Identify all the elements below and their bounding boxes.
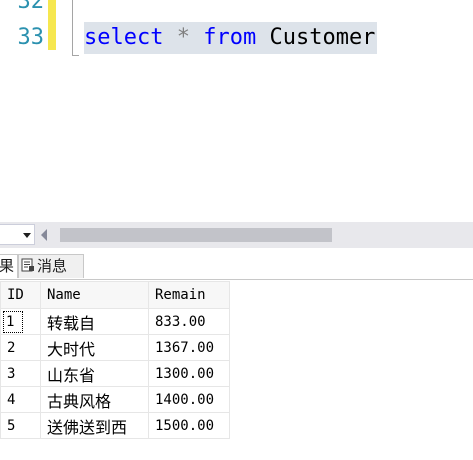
outline-guide: [72, 0, 73, 56]
cell-remain[interactable]: 1500.00: [148, 412, 230, 439]
cell-name[interactable]: 大时代: [40, 334, 149, 361]
results-grid[interactable]: ID Name Remain 1 转载自 833.00 2 大时代 1367.0…: [0, 281, 473, 460]
tab-results[interactable]: 果: [0, 254, 18, 278]
cell-remain[interactable]: 1367.00: [148, 334, 230, 361]
operator-star: *: [176, 25, 190, 50]
cell-id[interactable]: 3: [0, 360, 41, 387]
messages-icon: [21, 258, 34, 272]
table-name: Customer: [269, 25, 376, 50]
table-row[interactable]: 4 古典风格 1400.00: [0, 386, 230, 413]
cell-name[interactable]: 古典风格: [40, 386, 149, 413]
query-window: 32 33 select * from Customer 果 消息 ID Nam…: [0, 0, 473, 460]
change-marker: [48, 0, 56, 50]
scrollbar-thumb[interactable]: [60, 228, 332, 242]
tab-messages-label: 消息: [37, 257, 68, 275]
cell-id[interactable]: 4: [0, 386, 41, 413]
column-header-id[interactable]: ID: [0, 281, 41, 309]
scroll-left-arrow-icon[interactable]: [41, 229, 47, 241]
table-row[interactable]: 1 转载自 833.00: [0, 308, 230, 335]
cell-name[interactable]: 转载自: [40, 308, 149, 335]
outline-guide-end: [72, 55, 79, 56]
tab-results-label: 果: [0, 257, 15, 275]
keyword-select: select: [84, 25, 164, 50]
zoom-dropdown[interactable]: [0, 224, 35, 245]
results-table: ID Name Remain 1 转载自 833.00 2 大时代 1367.0…: [0, 281, 230, 439]
sql-editor[interactable]: 32 33 select * from Customer: [0, 0, 473, 222]
cell-remain[interactable]: 833.00: [148, 308, 230, 335]
cell-remain[interactable]: 1300.00: [148, 360, 230, 387]
code-line[interactable]: select * from Customer: [84, 22, 378, 54]
line-number: 32: [17, 0, 45, 14]
tab-messages[interactable]: 消息: [18, 254, 84, 278]
chevron-down-icon: [23, 233, 31, 238]
cell-name[interactable]: 山东省: [40, 360, 149, 387]
cell-id[interactable]: 5: [0, 412, 41, 439]
cell-name[interactable]: 送佛送到西: [40, 412, 149, 439]
keyword-from: from: [203, 25, 257, 50]
cell-id[interactable]: 1: [0, 308, 41, 335]
cell-id[interactable]: 2: [0, 334, 41, 361]
column-header-remain[interactable]: Remain: [148, 281, 230, 309]
cell-focus: 1: [3, 310, 24, 333]
table-row[interactable]: 3 山东省 1300.00: [0, 360, 230, 387]
table-row[interactable]: 2 大时代 1367.00: [0, 334, 230, 361]
cell-remain[interactable]: 1400.00: [148, 386, 230, 413]
table-row[interactable]: 5 送佛送到西 1500.00: [0, 412, 230, 439]
horizontal-scrollbar[interactable]: [0, 222, 473, 248]
column-header-name[interactable]: Name: [40, 281, 149, 309]
line-number: 33: [17, 25, 45, 50]
result-tabs: 果 消息: [0, 248, 473, 280]
header-row: ID Name Remain: [0, 281, 230, 309]
